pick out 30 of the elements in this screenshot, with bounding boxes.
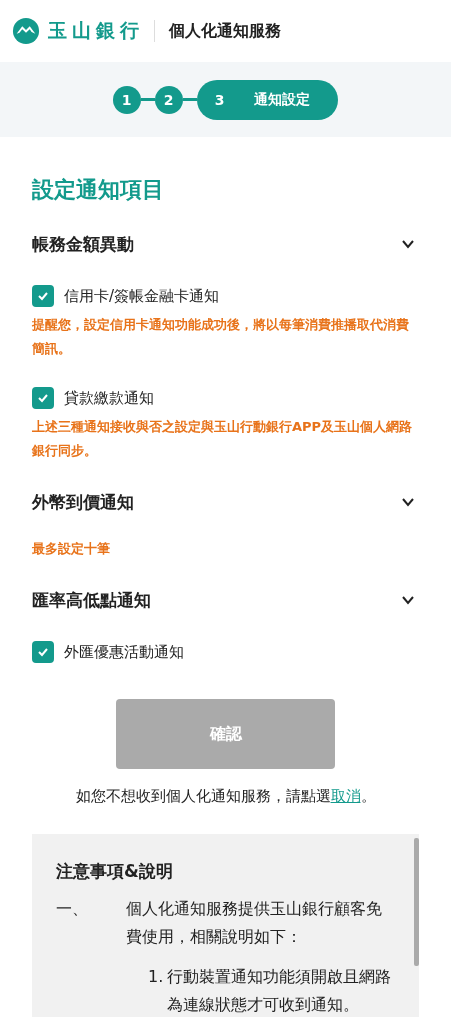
notice-text: 個人化通知服務提供玉山銀行顧客免費使用，相關說明如下： xyxy=(126,898,383,948)
notice-title: 注意事項&說明 xyxy=(56,860,174,883)
page-header-title: 個人化通知服務 xyxy=(169,20,281,42)
check-icon xyxy=(37,290,49,302)
cancel-link[interactable]: 取消 xyxy=(330,787,361,805)
checkbox-label: 貸款繳款通知 xyxy=(64,388,154,408)
notice-text: 行動裝置通知功能須開啟且網路為連線狀態才可收到通知。 xyxy=(167,966,393,1016)
checkbox[interactable] xyxy=(32,641,54,663)
checkbox-label: 信用卡/簽帳金融卡通知 xyxy=(64,286,220,306)
step-indicator: 2 xyxy=(154,85,183,114)
list-marker: 1. xyxy=(148,966,164,988)
hint-text: 提醒您，設定信用卡通知功能成功後，將以每筆消費推播取代消費簡訊。 xyxy=(32,316,410,358)
step-indicator: 1 xyxy=(112,85,141,114)
hint-text: 最多設定十筆 xyxy=(32,540,111,558)
checkbox-label: 外匯優惠活動通知 xyxy=(64,642,184,662)
logo-icon xyxy=(12,17,40,45)
accordion-header[interactable]: 外幣到價通知 xyxy=(32,487,419,517)
list-marker: 一、 xyxy=(56,898,89,920)
check-icon xyxy=(37,646,49,658)
checkbox[interactable] xyxy=(32,285,54,307)
checkbox[interactable] xyxy=(32,387,54,409)
brand-name: 玉山銀行 xyxy=(48,18,144,43)
hint-text: 上述三種通知接收與否之設定與玉山行動銀行APP及玉山個人網路銀行同步。 xyxy=(32,418,413,460)
step-indicator: 3 通知設定 xyxy=(196,79,339,120)
section-heading: 設定通知項目 xyxy=(32,176,165,204)
accordion-header[interactable]: 帳務金額異動 xyxy=(32,229,419,259)
check-icon xyxy=(37,392,49,404)
cancel-text: 如您不想收到個人化通知服務，請點選取消。 xyxy=(74,787,377,806)
accordion-header[interactable]: 匯率高低點通知 xyxy=(32,585,419,615)
scrollbar[interactable] xyxy=(414,838,419,966)
